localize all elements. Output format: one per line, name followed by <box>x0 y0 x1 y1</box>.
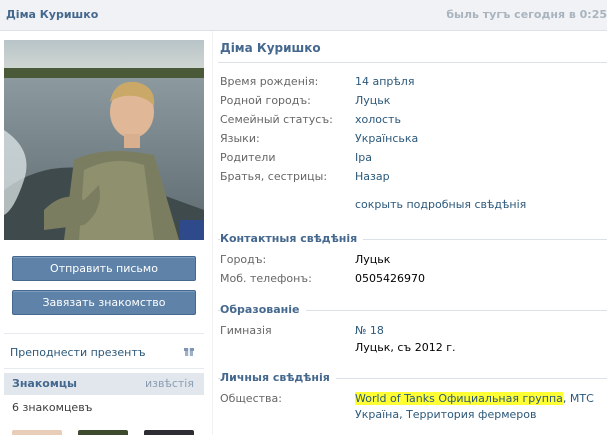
friends-count: 6 знакомцевъ <box>12 401 93 414</box>
personal-section-title: Личныя свѣдѣнія <box>220 371 336 384</box>
friend-avatar[interactable] <box>144 430 194 435</box>
mobile-phone-value: 0505426970 <box>355 272 425 285</box>
community-link-farmers[interactable]: Территория фермеров <box>406 408 536 421</box>
gift-icon <box>184 348 194 356</box>
header-name: Діма Куришко <box>6 8 99 21</box>
parents-value[interactable]: Іра <box>355 151 372 164</box>
languages-value[interactable]: Українська <box>355 132 418 145</box>
communities-list: World of Tanks Официальная группа, МТС У… <box>355 391 607 423</box>
friend-avatar[interactable] <box>12 430 62 435</box>
give-gift-row[interactable]: Преподнести презентъ <box>4 333 204 369</box>
give-gift-link[interactable]: Преподнести презентъ <box>10 346 146 359</box>
school-label: Гимназія <box>220 324 272 337</box>
birthday-value[interactable]: 14 апрѣля <box>355 75 414 88</box>
siblings-label: Братья, сестрицы: <box>220 170 328 183</box>
community-separator: , <box>562 392 570 405</box>
top-bar: Діма Куришко быль тугъ сегодня в 0:25 <box>0 0 607 31</box>
languages-label: Языки: <box>220 132 260 145</box>
online-status: быль тугъ сегодня в 0:25 <box>446 8 607 21</box>
siblings-value[interactable]: Назар <box>355 170 390 183</box>
friends-header: Знакомцы извѣстія <box>4 373 204 395</box>
community-link-world-of-tanks[interactable]: World of Tanks Официальная группа <box>355 392 563 405</box>
send-message-button[interactable]: Отправить письмо <box>12 256 196 281</box>
hometown-label: Родной городъ: <box>220 94 311 107</box>
marital-status-label: Семейный статусъ: <box>220 113 333 126</box>
profile-photo[interactable] <box>4 40 204 240</box>
mobile-phone-label: Моб. телефонъ: <box>220 272 312 285</box>
friend-avatar[interactable] <box>78 430 128 435</box>
communities-label: Общества: <box>220 392 282 405</box>
friends-title[interactable]: Знакомцы <box>12 377 77 390</box>
marital-status-value[interactable]: холость <box>355 113 401 126</box>
school-number[interactable]: № 18 <box>355 324 384 337</box>
add-friend-button[interactable]: Завязать знакомство <box>12 290 196 315</box>
community-separator: , <box>399 408 407 421</box>
hide-details-link[interactable]: сокрыть подробныя свѣдѣнія <box>355 198 526 211</box>
friends-all-link[interactable]: извѣстія <box>145 377 194 390</box>
column-divider <box>212 31 213 435</box>
contact-section-title: Контактныя свѣдѣнія <box>220 232 364 245</box>
profile-name: Діма Куришко <box>220 41 321 55</box>
city-value: Луцьк <box>355 253 391 266</box>
city-label: Городъ: <box>220 253 267 266</box>
parents-label: Родители <box>220 151 276 164</box>
birthday-label: Время рожденія: <box>220 75 319 88</box>
name-separator <box>218 62 607 63</box>
education-section-title: Образованіе <box>220 303 306 316</box>
school-detail: Луцьк, съ 2012 г. <box>355 341 456 354</box>
hometown-value[interactable]: Луцьк <box>355 94 390 107</box>
